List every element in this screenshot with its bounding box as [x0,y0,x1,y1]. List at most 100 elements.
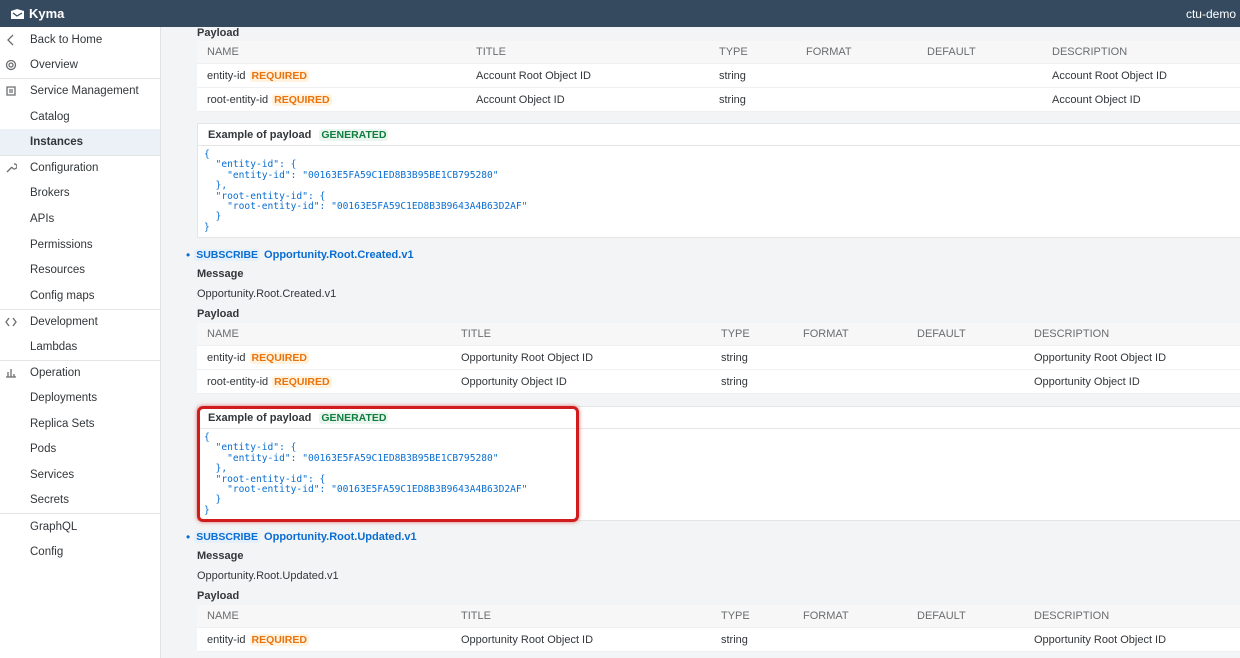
column-header: NAME [207,328,239,340]
sidebar-item-replica-sets[interactable]: Replica Sets [0,411,160,437]
table-cell-title: Account Root Object ID [476,64,591,87]
top-bar: Kyma ctu-demo [0,0,1240,27]
cell-text: string [721,351,748,364]
required-badge: REQUIRED [249,633,309,646]
table-row: entity-id REQUIRED Account Root Object ID s… [197,64,1240,88]
example-payload-panel: Example of payload GENERATED { "entity-i… [197,406,1240,521]
payload-label: Payload [197,27,240,39]
cell-text: string [721,375,748,388]
table-cell-name: entity-id REQUIRED [207,346,309,369]
sidebar-item-lambdas[interactable]: Lambdas [0,334,160,360]
table-cell-title: Account Object ID [476,88,565,111]
table-row: root-entity-id REQUIRED Opportunity Object… [197,370,1240,394]
example-code: { "entity-id": { "entity-id": "00163E5FA… [204,149,528,233]
sidebar: Back to Home Overview Service Management Ca… [0,27,161,658]
cell-text: Opportunity Object ID [1034,375,1140,388]
sidebar-item-label: Configuration [30,162,99,175]
payload-label: Payload [197,308,240,320]
cell-text: Account Object ID [476,93,565,106]
sidebar-item-apis[interactable]: APIs [0,206,160,232]
kyma-logo-icon [11,8,24,19]
brand-name: Kyma [29,6,65,21]
table-cell-name: root-entity-id REQUIRED [207,370,332,393]
user-menu[interactable]: ctu-demo [1186,7,1236,21]
cell-text: Account Root Object ID [1052,69,1167,82]
example-title: Example of payload [208,411,312,424]
sidebar-item-config-maps[interactable]: Config maps [0,283,160,309]
sidebar-item-label: Overview [30,59,78,72]
table-cell-type: string [721,346,748,369]
table-cell-name: entity-id REQUIRED [207,64,309,87]
cell-text: Opportunity Root Object ID [461,633,594,646]
example-code: { "entity-id": { "entity-id": "00163E5FA… [204,432,528,516]
sidebar-item-graphql[interactable]: GraphQL [0,513,160,539]
sidebar-item-back-to-home[interactable]: Back to Home [0,27,160,53]
bullet-icon: • [186,248,191,262]
sidebar-item-catalog[interactable]: Catalog [0,104,160,130]
example-header: Example of payload GENERATED [198,407,1240,429]
sidebar-item-label: Secrets [30,494,69,507]
example-title: Example of payload [208,128,312,141]
wrench-icon [4,161,18,175]
chevron-left-icon [4,33,18,47]
column-header: DESCRIPTION [1052,46,1128,58]
sidebar-item-overview[interactable]: Overview [0,53,160,79]
sidebar-item-development[interactable]: Development [0,308,160,335]
cell-text: Account Root Object ID [476,69,591,82]
sidebar-item-configuration[interactable]: Configuration [0,154,160,181]
cell-text: string [721,633,748,646]
cell-text: entity-id [207,69,246,82]
table-cell-description: Opportunity Root Object ID [1034,346,1166,369]
sidebar-item-label: Brokers [30,187,70,200]
sidebar-item-instances[interactable]: Instances [0,129,160,155]
sidebar-item-label: Lambdas [30,340,78,353]
sidebar-item-services[interactable]: Services [0,462,160,488]
sidebar-item-permissions[interactable]: Permissions [0,232,160,258]
cell-text: Opportunity Root Object ID [1034,351,1167,364]
cell-text: root-entity-id [207,375,269,388]
sidebar-item-deployments[interactable]: Deployments [0,385,160,411]
cell-text: Opportunity Root Object ID [1034,633,1167,646]
service-icon [4,84,18,98]
sidebar-item-operation[interactable]: Operation [0,359,160,386]
payload-table: NAME TITLE TYPE FORMAT DEFAULT DESCRIPTION ent… [197,323,1240,394]
table-cell-title: Opportunity Root Object ID [461,628,593,651]
cell-text: string [719,69,746,82]
table-cell-type: string [721,628,748,651]
sidebar-item-resources[interactable]: Resources [0,257,160,283]
event-link[interactable]: Opportunity.Root.Created.v1 [264,249,414,261]
message-label: Message [197,550,244,562]
sidebar-item-label: Service Management [30,85,139,98]
cell-text: Opportunity Root Object ID [461,351,594,364]
table-cell-description: Account Root Object ID [1052,64,1167,87]
cell-text: string [719,93,746,106]
table-cell-name: root-entity-id REQUIRED [207,88,332,111]
gear-icon [4,58,18,72]
brand[interactable]: Kyma [10,6,64,21]
sidebar-item-brokers[interactable]: Brokers [0,181,160,207]
table-header-row: NAME TITLE TYPE FORMAT DEFAULT DESCRIPTION [197,323,1240,346]
column-header: NAME [207,610,239,622]
subscribe-event-updated[interactable]: • SUBSCRIBE Opportunity.Root.Updated.v1 [186,530,417,544]
table-cell-title: Opportunity Object ID [461,370,567,393]
subscribe-badge: SUBSCRIBE [194,531,261,543]
sidebar-item-pods[interactable]: Pods [0,437,160,463]
sidebar-item-secrets[interactable]: Secrets [0,488,160,514]
column-header: DESCRIPTION [1034,328,1110,340]
column-header: DEFAULT [917,610,966,622]
message-value: Opportunity.Root.Updated.v1 [197,570,339,582]
event-link[interactable]: Opportunity.Root.Updated.v1 [264,531,417,543]
main-content: Payload NAME TITLE TYPE FORMAT DEFAULT DESCRI… [162,27,1240,658]
column-header: TITLE [461,328,491,340]
sidebar-item-label: Instances [30,136,84,149]
required-badge: REQUIRED [272,93,332,106]
sidebar-item-config[interactable]: Config [0,539,160,565]
column-header: TYPE [721,328,750,340]
example-payload-panel: Example of payload GENERATED { "entity-i… [197,123,1240,238]
cell-text: Opportunity Object ID [461,375,567,388]
subscribe-event-created[interactable]: • SUBSCRIBE Opportunity.Root.Created.v1 [186,248,414,262]
bullet-icon: • [186,530,191,544]
sidebar-item-service-management[interactable]: Service Management [0,78,160,104]
sidebar-item-label: Back to Home [30,33,103,46]
example-header: Example of payload GENERATED [198,124,1240,146]
